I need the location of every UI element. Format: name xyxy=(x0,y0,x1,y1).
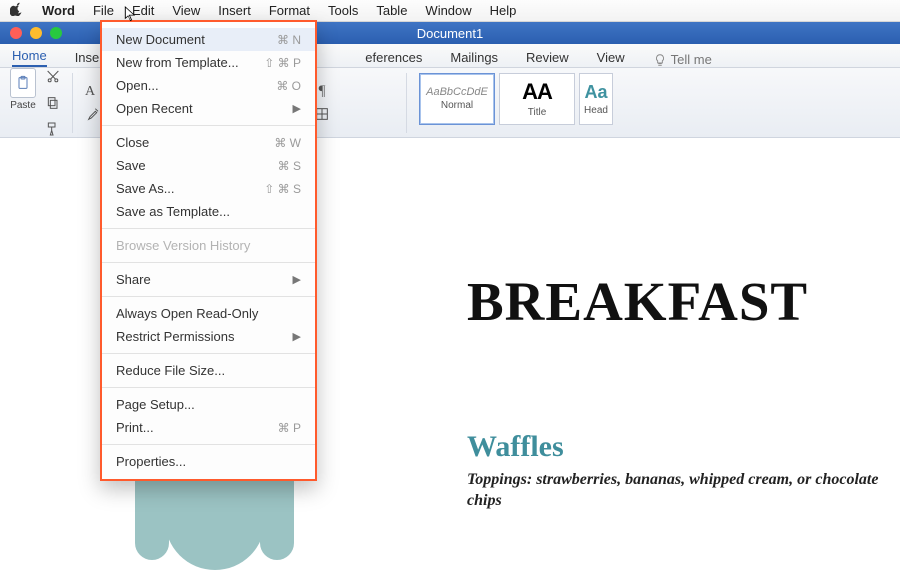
tab-home[interactable]: Home xyxy=(12,48,47,67)
menu-separator xyxy=(102,444,315,445)
cut-icon[interactable] xyxy=(44,68,62,86)
apple-icon[interactable] xyxy=(10,2,24,19)
menu-save[interactable]: Save⌘ S xyxy=(102,154,315,177)
heading-waffles: Waffles xyxy=(467,430,564,464)
menu-browse-version-history: Browse Version History xyxy=(102,234,315,257)
menu-share[interactable]: Share▶ xyxy=(102,268,315,291)
menubar-table[interactable]: Table xyxy=(376,3,407,18)
menubar-window[interactable]: Window xyxy=(425,3,471,18)
menu-close[interactable]: Close⌘ W xyxy=(102,131,315,154)
style-heading[interactable]: Aa Head xyxy=(579,73,613,125)
menu-properties[interactable]: Properties... xyxy=(102,450,315,473)
menubar-view[interactable]: View xyxy=(172,3,200,18)
style-sample: AaBbCcDdE xyxy=(426,86,488,98)
zoom-window-button[interactable] xyxy=(50,27,62,39)
clipboard-group: Paste xyxy=(10,73,73,133)
tell-me[interactable]: Tell me xyxy=(653,52,712,67)
paste-label: Paste xyxy=(10,100,36,111)
traffic-lights xyxy=(10,27,62,39)
menu-save-as-template[interactable]: Save as Template... xyxy=(102,200,315,223)
style-label: Normal xyxy=(441,100,473,111)
menubar-file[interactable]: File xyxy=(93,3,114,18)
tab-mailings[interactable]: Mailings xyxy=(450,50,498,67)
menu-separator xyxy=(102,296,315,297)
style-sample: AA xyxy=(522,79,552,105)
menu-open-recent[interactable]: Open Recent▶ xyxy=(102,97,315,120)
menubar-tools[interactable]: Tools xyxy=(328,3,358,18)
style-label: Title xyxy=(528,107,547,118)
menu-separator xyxy=(102,353,315,354)
style-sample: Aa xyxy=(584,82,607,103)
menubar-insert[interactable]: Insert xyxy=(218,3,251,18)
minimize-window-button[interactable] xyxy=(30,27,42,39)
tab-review[interactable]: Review xyxy=(526,50,569,67)
menu-save-as[interactable]: Save As...⇧ ⌘ S xyxy=(102,177,315,200)
tab-references-partial[interactable]: eferences xyxy=(365,50,422,67)
menu-print[interactable]: Print...⌘ P xyxy=(102,416,315,439)
menu-always-open-read-only[interactable]: Always Open Read-Only xyxy=(102,302,315,325)
chevron-right-icon: ▶ xyxy=(293,273,301,286)
body-toppings: Toppings: strawberries, bananas, whipped… xyxy=(467,470,880,512)
chevron-right-icon: ▶ xyxy=(293,102,301,115)
menu-new-from-template[interactable]: New from Template...⇧ ⌘ P xyxy=(102,51,315,74)
menu-separator xyxy=(102,262,315,263)
bulb-icon xyxy=(653,53,667,67)
cursor-icon xyxy=(124,6,137,28)
menu-restrict-permissions[interactable]: Restrict Permissions▶ xyxy=(102,325,315,348)
menu-new-document[interactable]: New Document⌘ N xyxy=(102,28,315,51)
style-label: Head xyxy=(584,105,608,116)
tab-insert-partial[interactable]: Inse xyxy=(75,50,100,67)
menubar-app[interactable]: Word xyxy=(42,3,75,18)
file-menu: New Document⌘ N New from Template...⇧ ⌘ … xyxy=(100,22,317,481)
heading-breakfast: BREAKFAST xyxy=(467,270,808,333)
paste-button[interactable]: Paste xyxy=(10,68,36,111)
tell-me-label: Tell me xyxy=(671,52,712,67)
tab-view[interactable]: View xyxy=(597,50,625,67)
menu-page-setup[interactable]: Page Setup... xyxy=(102,393,315,416)
menubar-help[interactable]: Help xyxy=(490,3,517,18)
font-size-up-icon[interactable]: A xyxy=(85,83,95,101)
menu-separator xyxy=(102,125,315,126)
format-painter-icon[interactable] xyxy=(44,120,62,138)
menu-separator xyxy=(102,228,315,229)
copy-icon[interactable] xyxy=(44,94,62,112)
style-normal[interactable]: AaBbCcDdE Normal xyxy=(419,73,495,125)
close-window-button[interactable] xyxy=(10,27,22,39)
menubar-format[interactable]: Format xyxy=(269,3,310,18)
menu-reduce-file-size[interactable]: Reduce File Size... xyxy=(102,359,315,382)
style-title[interactable]: AA Title xyxy=(499,73,575,125)
menu-separator xyxy=(102,387,315,388)
document-title: Document1 xyxy=(417,26,483,41)
chevron-right-icon: ▶ xyxy=(293,330,301,343)
styles-group: AaBbCcDdE Normal AA Title Aa Head xyxy=(419,73,623,133)
menu-open[interactable]: Open...⌘ O xyxy=(102,74,315,97)
